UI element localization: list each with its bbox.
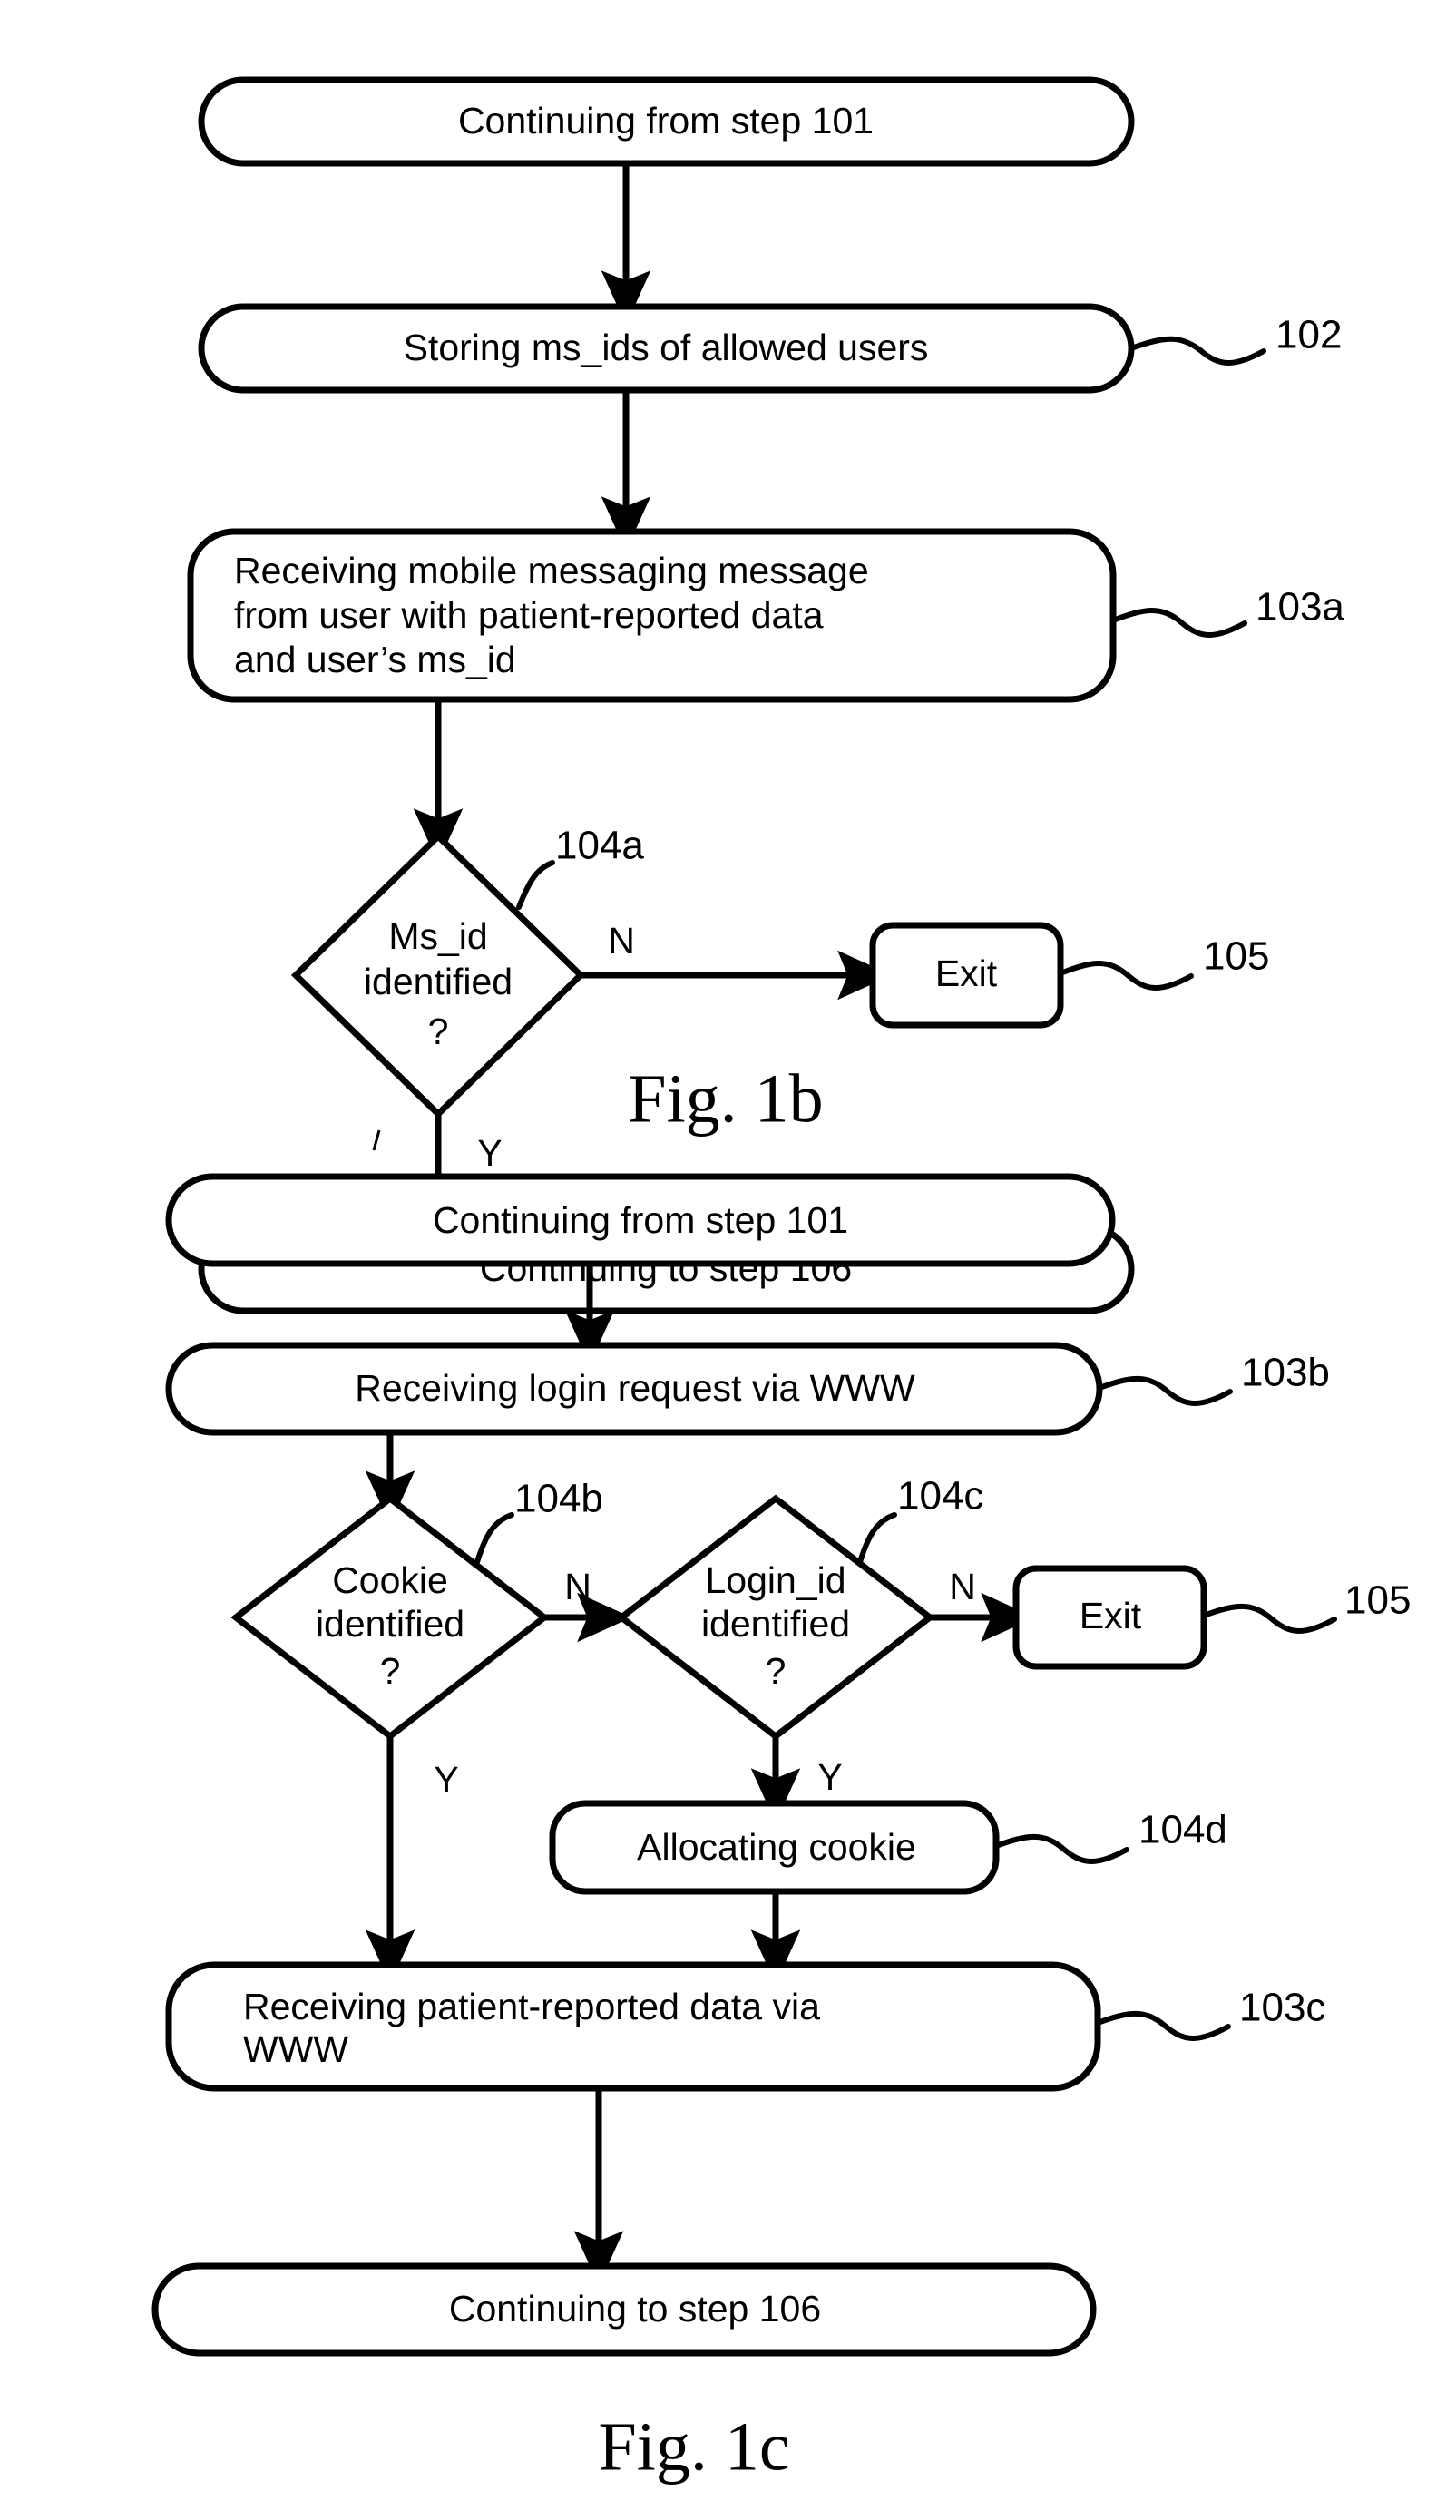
fig1b-node-receiving-mobile-messaging-message[interactable]: Receiving mobile messaging message from … (187, 528, 1117, 703)
fig1c-caption: Fig. 1c (598, 2408, 789, 2485)
fig1c-node-continuing-to-step-106[interactable]: Continuing to step 106 (151, 2262, 1097, 2357)
fig1c-lead-line-104d (993, 1833, 1129, 1864)
fig1b-box-102-label: Storing ms_ids of allowed users (404, 327, 929, 368)
fig1c-node-continuing-from-step-101[interactable]: Continuing from step 101 (165, 1173, 1116, 1267)
fig1b-branch-label-y: Y (477, 1132, 502, 1174)
fig1c-branch-label-104b-y: Y (434, 1759, 458, 1801)
fig1c-box-103c-line-2: WWW (243, 2028, 348, 2070)
fig1b-box-103a-line-2: from user with patient-reported data (234, 594, 824, 636)
fig1c-diamond-104b-line-1: Cookie (332, 1559, 448, 1601)
fig1b-reference-105: 105 (1203, 934, 1269, 979)
fig1b-branch-label-n: N (608, 920, 635, 962)
fig1c-box-105-label: Exit (1080, 1595, 1142, 1636)
fig1c-reference-104b: 104b (514, 1477, 603, 1521)
fig1b-diamond-104a-line-3: ? (428, 1011, 449, 1052)
fig1b-box-105-label: Exit (935, 952, 998, 994)
fig1b-lead-line-102 (1129, 336, 1266, 366)
patent-figure-sheet: Continuing from step 101 Storing ms_ids … (0, 0, 1456, 2520)
fig1c-reference-104c: 104c (897, 1474, 983, 1519)
fig1b-box-101-label: Continuing from step 101 (458, 100, 874, 142)
fig1b-node-exit[interactable]: Exit (869, 922, 1064, 1029)
fig1b-reference-104a: 104a (555, 824, 644, 868)
fig1c-lead-line-104b (474, 1512, 514, 1565)
fig1b-reference-102: 102 (1275, 313, 1342, 357)
fig1b-box-103a-line-3: and user’s ms_id (234, 639, 516, 680)
fig1b-decision-ms-id-identified[interactable]: Ms_id identified ? (290, 832, 586, 1118)
stray-ink-mark (372, 1129, 381, 1151)
fig1c-reference-103b: 103b (1241, 1351, 1330, 1395)
fig1b-diamond-104a-line-1: Ms_id (388, 915, 487, 957)
fig1c-diamond-104c-line-2: identified (701, 1603, 850, 1645)
fig1c-box-103b-label: Receiving login request via WWW (355, 1367, 915, 1409)
fig1c-branch-label-104c-n: N (949, 1566, 976, 1607)
fig1c-decision-cookie-identified[interactable]: Cookie identified ? (230, 1494, 550, 1741)
fig1c-diamond-104c-line-3: ? (766, 1650, 787, 1692)
fig1c-lead-line-104c (857, 1512, 897, 1565)
fig1c-lead-line-103c (1095, 2010, 1231, 2041)
fig1c-lead-line-103b (1097, 1375, 1233, 1406)
fig1c-box-103c-line-1: Receiving patient-reported data via (243, 1986, 820, 2027)
fig1c-box-101-label: Continuing from step 101 (433, 1199, 848, 1241)
patent-drawing-canvas: Continuing from step 101 Storing ms_ids … (151, 76, 1411, 2485)
fig1c-diamond-104b-line-2: identified (316, 1603, 464, 1645)
fig1c-reference-104d: 104d (1138, 1808, 1227, 1852)
fig1b-reference-103a: 103a (1256, 585, 1344, 630)
fig1c-node-exit[interactable]: Exit (1012, 1565, 1207, 1670)
fig1c-node-receiving-login-request[interactable]: Receiving login request via WWW (165, 1342, 1103, 1436)
fig1c-box-104d-label: Allocating cookie (637, 1826, 916, 1868)
fig1c-branch-label-104b-n: N (564, 1566, 591, 1607)
figure-1c: Continuing from step 101 Receiving login… (151, 1129, 1411, 2485)
fig1c-branch-label-104c-y: Y (817, 1756, 842, 1798)
fig1b-lead-line-104a (516, 860, 555, 910)
fig1c-diamond-104b-line-3: ? (380, 1650, 401, 1692)
fig1b-node-storing-ms-ids[interactable]: Storing ms_ids of allowed users (198, 303, 1135, 394)
fig1c-diamond-104c-line-1: Login_id (705, 1559, 845, 1601)
fig1b-node-continuing-from-step-101[interactable]: Continuing from step 101 (198, 76, 1135, 167)
fig1c-reference-105: 105 (1344, 1578, 1411, 1623)
fig1b-box-103a-line-1: Receiving mobile messaging message (234, 550, 869, 591)
fig1b-diamond-104a-line-2: identified (364, 961, 513, 1002)
fig1c-node-allocating-cookie[interactable]: Allocating cookie (549, 1800, 1000, 1895)
fig1b-caption: Fig. 1b (628, 1060, 823, 1137)
fig1b-lead-line-103a (1110, 608, 1247, 638)
fig1b-lead-line-105 (1058, 961, 1194, 991)
fig1c-box-106-label: Continuing to step 106 (449, 2288, 821, 2330)
fig1c-node-receiving-patient-reported-data[interactable]: Receiving patient-reported data via WWW (165, 1961, 1101, 2092)
figure-1b: Continuing from step 101 Storing ms_ids … (187, 76, 1344, 1314)
fig1c-decision-login-id-identified[interactable]: Login_id identified ? (616, 1494, 935, 1741)
fig1c-reference-103c: 103c (1239, 1986, 1325, 2030)
fig1c-lead-line-105 (1201, 1603, 1337, 1634)
